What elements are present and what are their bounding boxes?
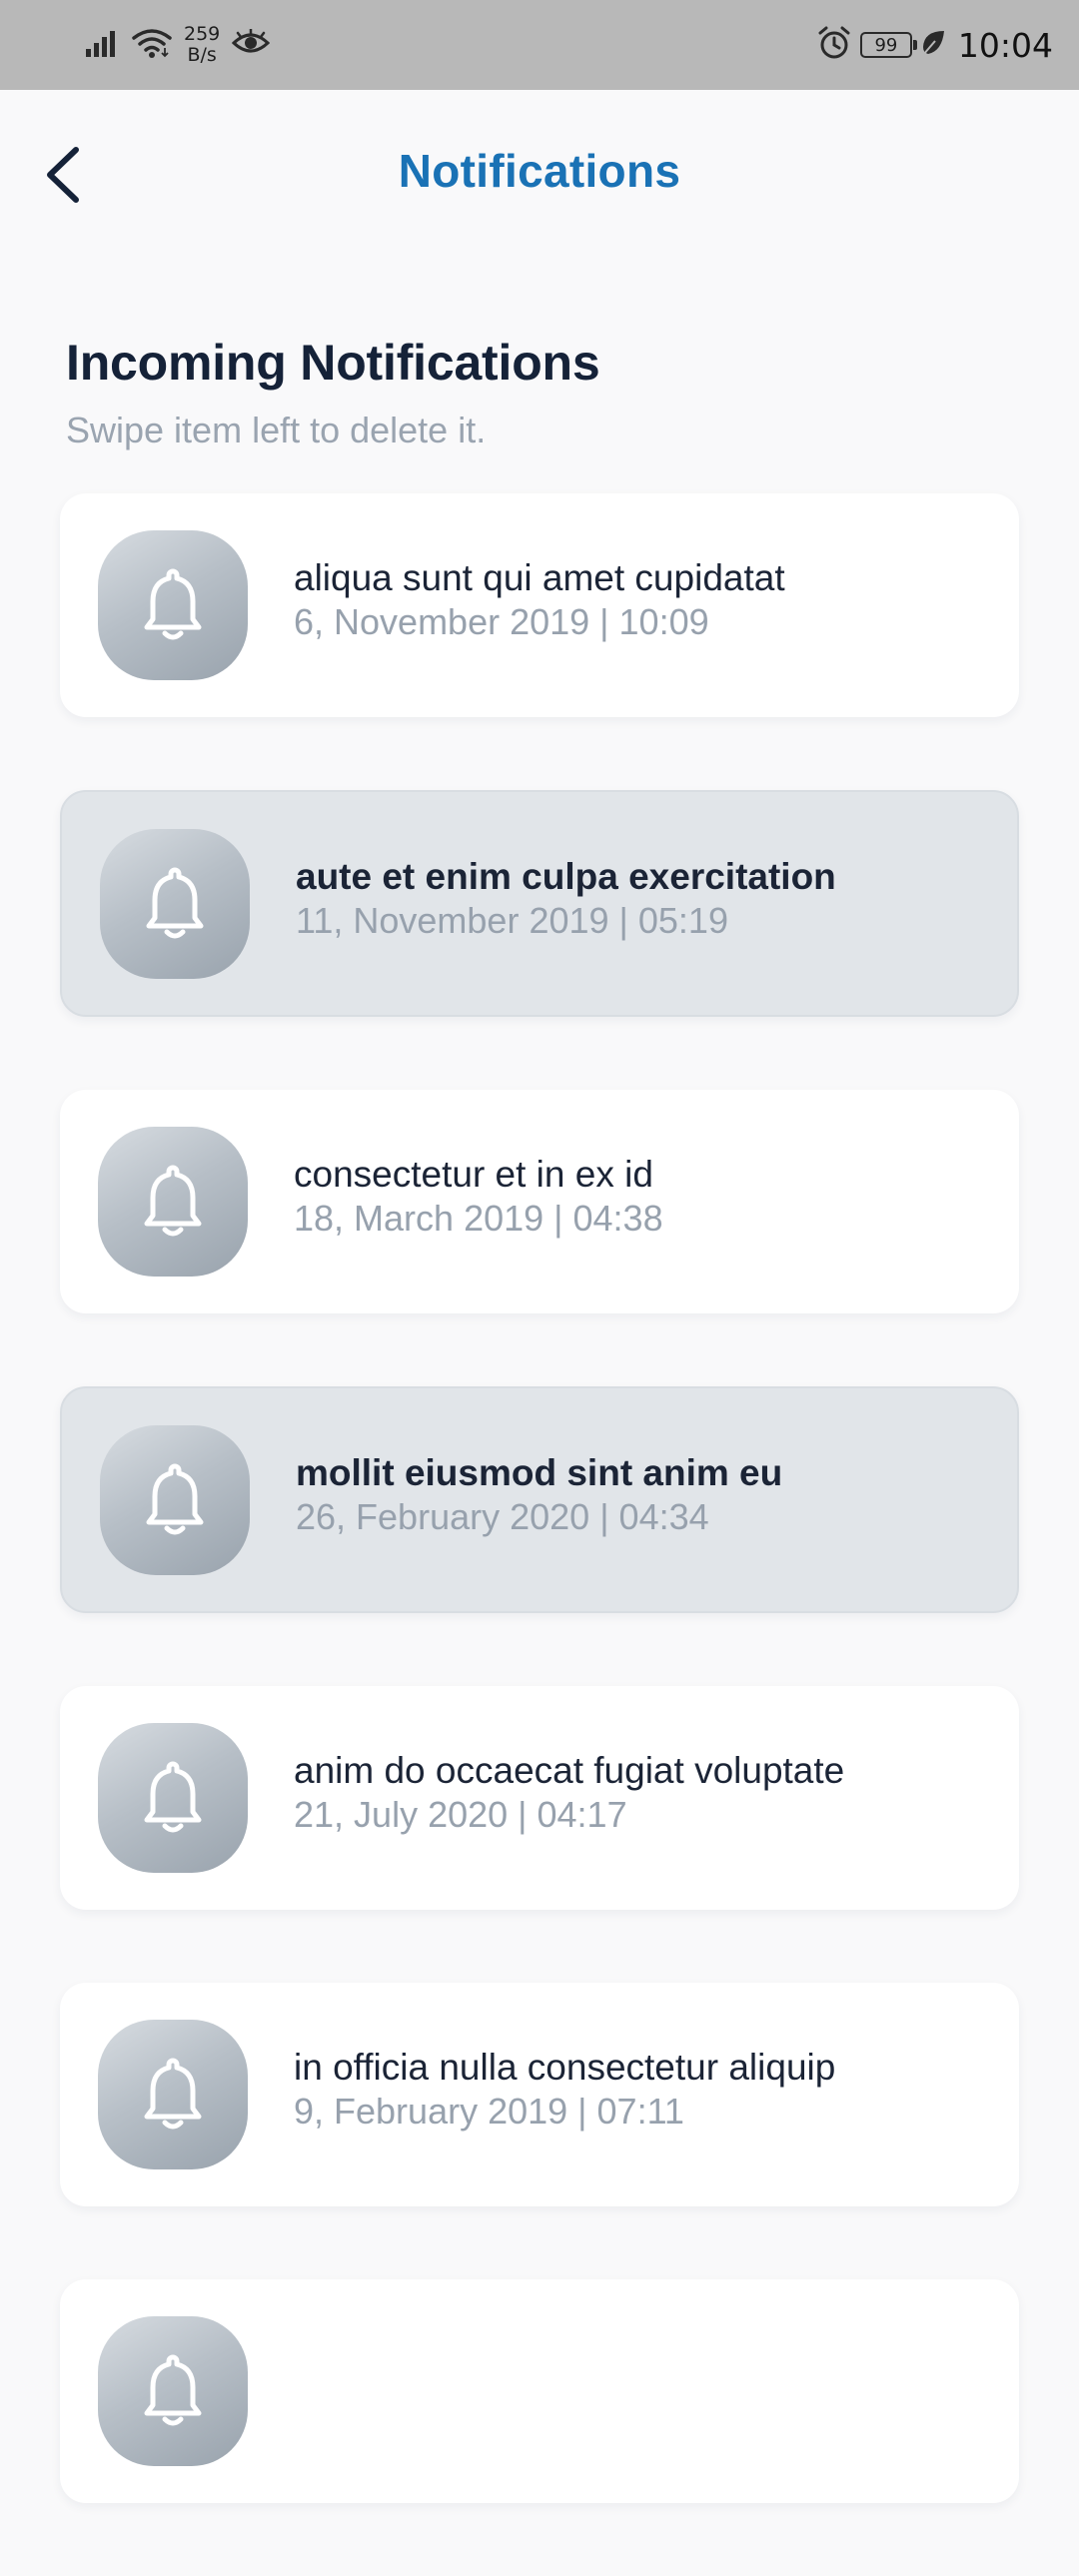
- battery-indicator: 99: [859, 32, 917, 58]
- bell-icon: [144, 2354, 202, 2426]
- notification-icon-tile: [100, 1425, 250, 1575]
- signal-icon: [86, 29, 120, 62]
- network-speed-value: 259: [184, 23, 221, 45]
- notification-text: aliqua sunt qui amet cupidatat 6, Novemb…: [294, 555, 989, 643]
- notification-text: consectetur et in ex id 18, March 2019 |…: [294, 1152, 989, 1240]
- notification-item[interactable]: consectetur et in ex id 18, March 2019 |…: [60, 1090, 1019, 1313]
- notification-text: mollit eiusmod sint anim eu 26, February…: [296, 1450, 987, 1538]
- section-title: Incoming Notifications: [66, 335, 600, 391]
- notification-item-unread[interactable]: aute et enim culpa exercitation 11, Nove…: [60, 790, 1019, 1017]
- notification-list: aliqua sunt qui amet cupidatat 6, Novemb…: [60, 493, 1019, 2576]
- notification-title: mollit eiusmod sint anim eu: [296, 1452, 783, 1493]
- notification-item[interactable]: in officia nulla consectetur aliquip 9, …: [60, 1983, 1019, 2206]
- network-speed-unit: B/s: [187, 44, 217, 66]
- notification-text: aute et enim culpa exercitation 11, Nove…: [296, 854, 987, 942]
- section-subtitle: Swipe item left to delete it.: [66, 410, 487, 450]
- notification-date: 9, February 2019 | 07:11: [294, 2091, 684, 2132]
- notification-title: in officia nulla consectetur aliquip: [294, 2047, 836, 2088]
- notification-title: consectetur et in ex id: [294, 1154, 653, 1195]
- wifi-icon: [132, 27, 172, 64]
- page-title: Notifications: [398, 145, 681, 197]
- notification-item[interactable]: aliqua sunt qui amet cupidatat 6, Novemb…: [60, 493, 1019, 717]
- clock-time: 10:04: [957, 25, 1053, 65]
- notification-date: 26, February 2020 | 04:34: [296, 1496, 709, 1537]
- notification-icon-tile: [98, 2020, 248, 2169]
- bell-icon: [146, 1463, 204, 1535]
- notification-text: anim do occaecat fugiat voluptate 21, Ju…: [294, 1748, 989, 1836]
- leaf-icon: [920, 29, 946, 62]
- notification-icon-tile: [98, 2316, 248, 2466]
- notification-icon-tile: [98, 530, 248, 680]
- notification-date: 6, November 2019 | 10:09: [294, 601, 709, 642]
- notification-item[interactable]: anim do occaecat fugiat voluptate 21, Ju…: [60, 1686, 1019, 1910]
- notification-text: in officia nulla consectetur aliquip 9, …: [294, 2045, 989, 2133]
- notification-icon-tile: [98, 1723, 248, 1873]
- notification-title: aute et enim culpa exercitation: [296, 856, 836, 897]
- status-bar: 259 B/s 99 10:04: [0, 0, 1079, 90]
- notification-date: 11, November 2019 | 05:19: [296, 900, 728, 941]
- bell-icon: [144, 2058, 202, 2130]
- battery-level: 99: [874, 34, 898, 56]
- bell-icon: [144, 568, 202, 640]
- alarm-icon: [816, 25, 852, 66]
- bell-icon: [146, 867, 204, 939]
- notification-title: aliqua sunt qui amet cupidatat: [294, 557, 785, 598]
- notification-item-unread[interactable]: mollit eiusmod sint anim eu 26, February…: [60, 1386, 1019, 1613]
- network-speed: 259 B/s: [184, 24, 220, 66]
- notification-date: 18, March 2019 | 04:38: [294, 1198, 663, 1239]
- notification-title: anim do occaecat fugiat voluptate: [294, 1750, 845, 1791]
- bell-icon: [144, 1761, 202, 1833]
- eye-icon: [232, 27, 271, 62]
- notification-item-partial[interactable]: [60, 2279, 1019, 2503]
- bell-icon: [144, 1165, 202, 1237]
- status-bar-left: 259 B/s: [86, 20, 271, 70]
- notification-date: 21, July 2020 | 04:17: [294, 1794, 627, 1835]
- notification-icon-tile: [100, 829, 250, 979]
- notification-icon-tile: [98, 1127, 248, 1277]
- app-header: Notifications: [0, 90, 1079, 260]
- status-bar-right: 99 10:04: [816, 20, 1053, 70]
